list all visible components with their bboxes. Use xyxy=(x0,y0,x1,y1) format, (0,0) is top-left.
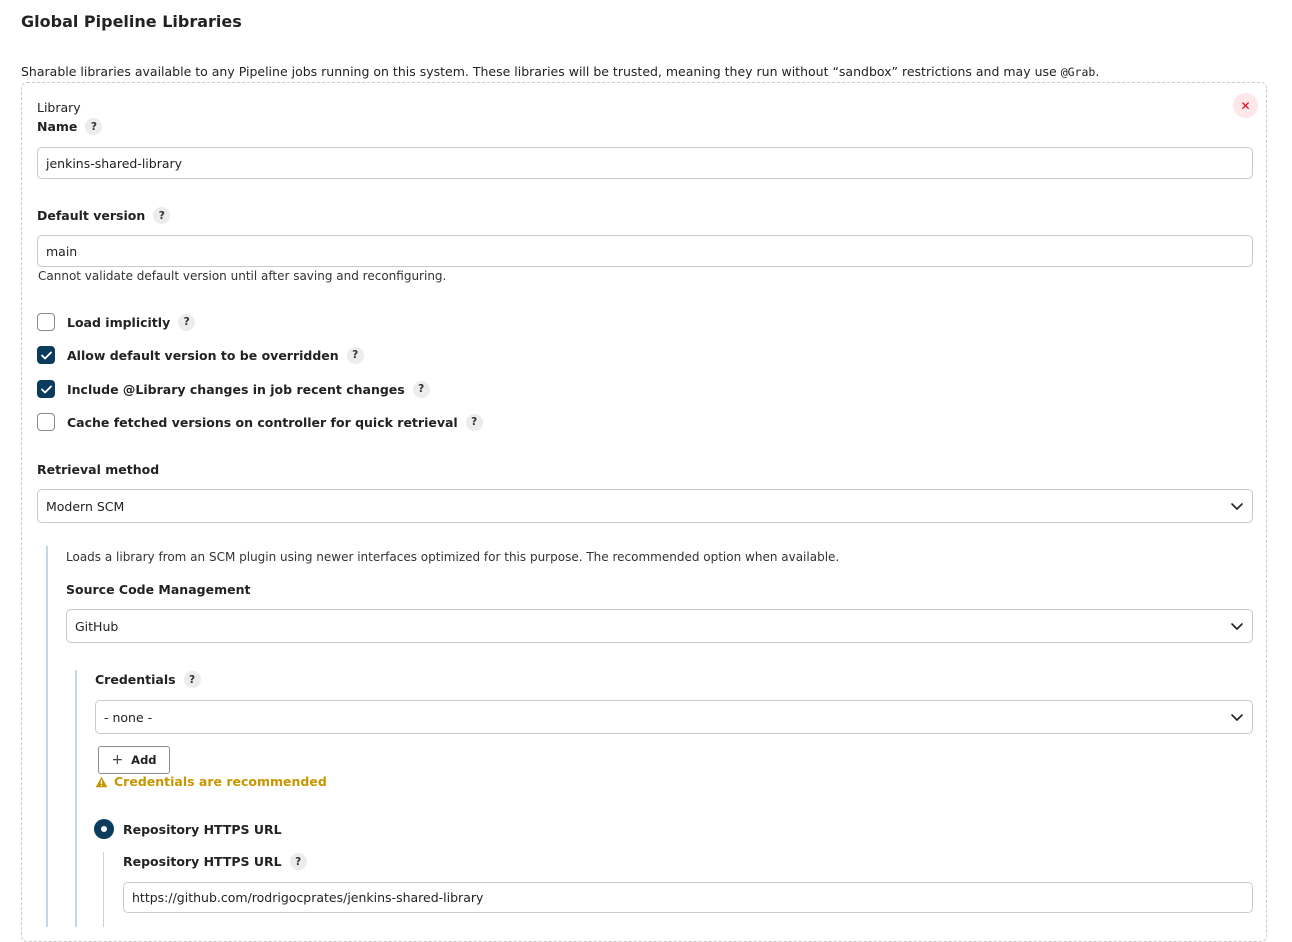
load-implicitly-option[interactable]: Load implicitly ? xyxy=(37,313,196,331)
credentials-label: Credentials ? xyxy=(95,671,201,688)
cache-versions-label: Cache fetched versions on controller for… xyxy=(67,414,458,430)
repo-url-radio[interactable] xyxy=(94,819,114,839)
cache-versions-option[interactable]: Cache fetched versions on controller for… xyxy=(37,413,483,431)
credentials-warning-text: Credentials are recommended xyxy=(114,774,327,789)
default-version-label-text: Default version xyxy=(37,208,146,223)
repo-url-label: Repository HTTPS URL ? xyxy=(123,853,307,870)
repo-url-input[interactable]: https://github.com/rodrigocprates/jenkin… xyxy=(123,882,1253,913)
include-changes-checkbox[interactable] xyxy=(37,380,55,398)
chevron-down-icon xyxy=(1231,623,1243,630)
scm-value: GitHub xyxy=(75,618,119,634)
load-implicitly-checkbox[interactable] xyxy=(37,313,55,331)
allow-override-help-icon[interactable]: ? xyxy=(346,346,364,364)
include-changes-option[interactable]: Include @Library changes in job recent c… xyxy=(37,380,430,398)
allow-override-checkbox[interactable] xyxy=(37,346,55,364)
page-title: Global Pipeline Libraries xyxy=(21,12,242,31)
include-changes-label: Include @Library changes in job recent c… xyxy=(67,381,405,397)
nested-repo-line xyxy=(103,852,104,927)
load-implicitly-help-icon[interactable]: ? xyxy=(178,313,196,331)
description-code: @Grab xyxy=(1060,65,1096,79)
allow-override-label: Allow default version to be overridden xyxy=(67,347,339,363)
name-label: Name ? xyxy=(37,118,103,135)
retrieval-method-label: Retrieval method xyxy=(37,462,160,477)
chevron-down-icon xyxy=(1231,714,1243,721)
default-version-input[interactable]: main xyxy=(37,235,1253,267)
section-description: Sharable libraries available to any Pipe… xyxy=(21,64,1099,79)
check-icon xyxy=(40,351,52,359)
scm-label: Source Code Management xyxy=(66,582,251,597)
repo-url-label-text: Repository HTTPS URL xyxy=(123,854,282,869)
nested-section-line xyxy=(46,546,48,927)
load-implicitly-label: Load implicitly xyxy=(67,314,171,330)
default-version-help-icon[interactable]: ? xyxy=(153,207,171,224)
retrieval-description: Loads a library from an SCM plugin using… xyxy=(66,550,840,564)
include-changes-help-icon[interactable]: ? xyxy=(412,380,430,398)
cache-versions-help-icon[interactable]: ? xyxy=(465,413,483,431)
default-version-label: Default version ? xyxy=(37,207,171,224)
description-end: . xyxy=(1095,64,1100,79)
default-version-note: Cannot validate default version until af… xyxy=(38,269,447,283)
credentials-value: - none - xyxy=(104,709,153,725)
credentials-select[interactable]: - none - xyxy=(95,700,1253,734)
repo-url-help-icon[interactable]: ? xyxy=(289,853,307,870)
check-icon xyxy=(40,385,52,393)
plus-icon: + xyxy=(111,752,124,768)
name-help-icon[interactable]: ? xyxy=(85,118,103,135)
credentials-warning: Credentials are recommended xyxy=(95,774,327,789)
cache-versions-checkbox[interactable] xyxy=(37,413,55,431)
name-input[interactable]: jenkins-shared-library xyxy=(37,147,1253,179)
scm-select[interactable]: GitHub xyxy=(66,609,1253,643)
chevron-down-icon xyxy=(1231,503,1243,510)
description-text: Sharable libraries available to any Pipe… xyxy=(21,64,1061,79)
retrieval-method-value: Modern SCM xyxy=(46,498,125,514)
allow-override-option[interactable]: Allow default version to be overridden ? xyxy=(37,346,364,364)
nested-github-line xyxy=(75,670,77,927)
add-credentials-button[interactable]: + Add xyxy=(98,746,170,774)
repo-url-radio-label: Repository HTTPS URL xyxy=(123,821,282,837)
credentials-help-icon[interactable]: ? xyxy=(183,671,201,688)
retrieval-method-select[interactable]: Modern SCM xyxy=(37,489,1253,523)
name-label-text: Name xyxy=(37,119,78,134)
close-icon[interactable]: ✕ xyxy=(1233,93,1258,118)
warning-icon xyxy=(95,776,108,787)
library-heading: Library xyxy=(37,100,81,115)
repo-url-radio-option[interactable]: Repository HTTPS URL xyxy=(94,819,282,839)
credentials-label-text: Credentials xyxy=(95,672,176,687)
add-credentials-label: Add xyxy=(131,753,157,767)
radio-dot-icon xyxy=(101,826,107,832)
